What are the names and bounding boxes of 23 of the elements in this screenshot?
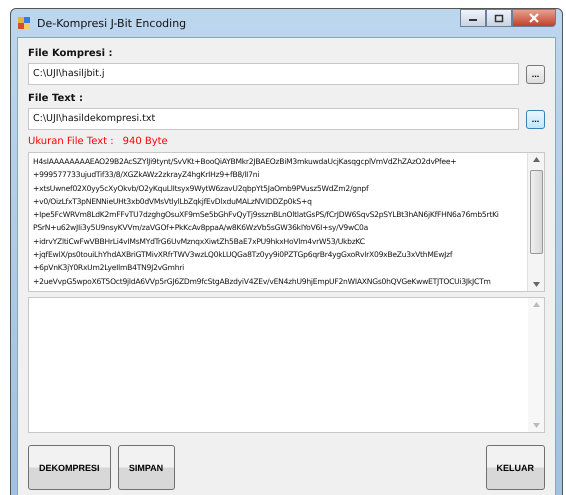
exit-button[interactable]: KELUAR bbox=[486, 445, 545, 490]
field-label: File Text : bbox=[28, 93, 84, 104]
path-field[interactable]: C:\UJI\hasiljbit.j bbox=[28, 63, 519, 85]
action-button[interactable]: SIMPAN bbox=[118, 445, 175, 490]
browse-button[interactable]: ... bbox=[526, 110, 545, 128]
size-label: Ukuran File Text : bbox=[28, 136, 114, 147]
window-title: De-Kompresi J-Bit Encoding bbox=[37, 16, 186, 30]
maximize-icon bbox=[494, 14, 504, 22]
app-icon bbox=[17, 16, 31, 30]
path-field[interactable]: C:\UJI\hasildekompresi.txt bbox=[28, 108, 519, 130]
browse-button[interactable]: ... bbox=[526, 64, 545, 84]
maximize-button[interactable] bbox=[486, 9, 512, 27]
content-textarea[interactable] bbox=[28, 152, 545, 292]
size-value: 940 Byte bbox=[122, 136, 168, 147]
scrollbar[interactable] bbox=[527, 153, 544, 291]
scroll-down-icon[interactable] bbox=[532, 282, 540, 287]
scroll-up-icon[interactable] bbox=[532, 157, 540, 162]
minimize-button[interactable] bbox=[460, 9, 486, 27]
close-icon bbox=[528, 13, 540, 23]
field-label: File Kompresi : bbox=[28, 48, 114, 59]
action-button[interactable]: DEKOMPRESI bbox=[28, 445, 111, 490]
scroll-thumb[interactable] bbox=[530, 170, 542, 254]
close-button[interactable] bbox=[512, 9, 556, 27]
